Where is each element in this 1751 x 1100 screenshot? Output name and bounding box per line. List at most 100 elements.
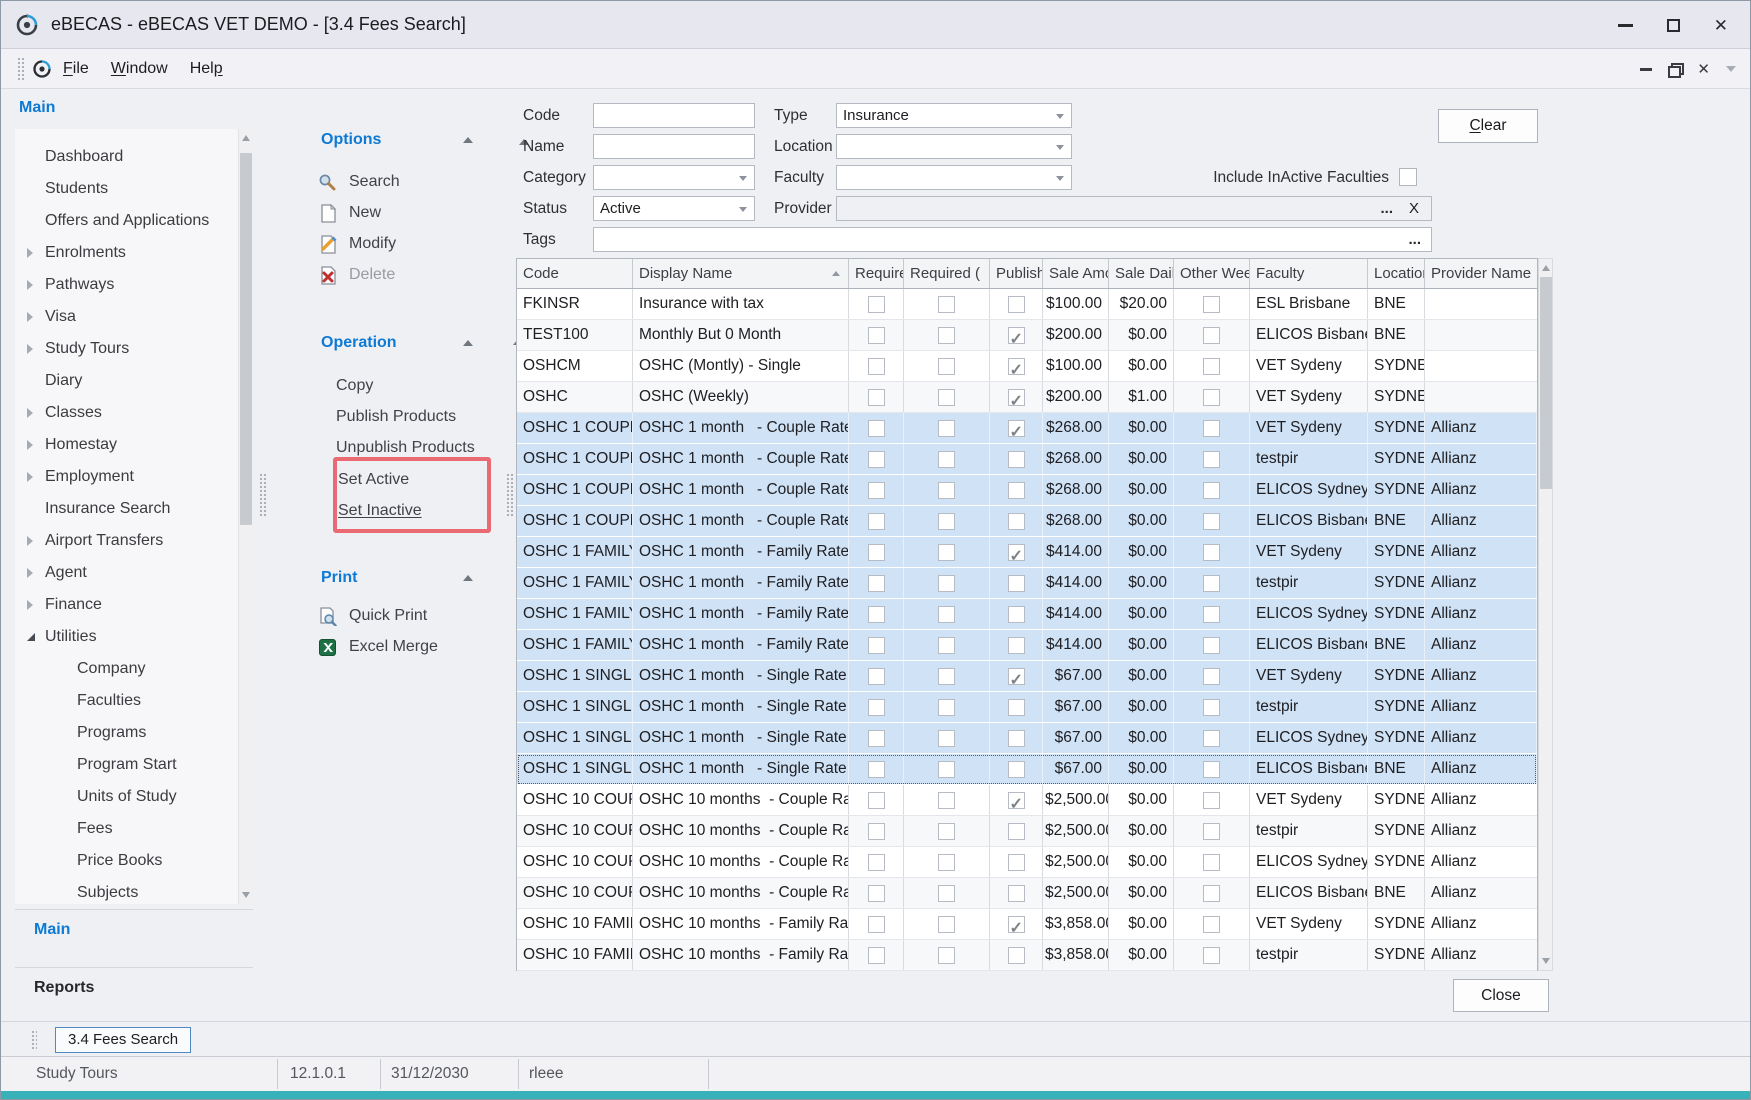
sidebar-item[interactable]: Diary: [15, 365, 253, 397]
required2-checkbox[interactable]: [938, 916, 955, 933]
include-inactive-checkbox[interactable]: [1399, 168, 1417, 186]
table-row[interactable]: OSHC 1 COUPLE OSHC 1 month - Couple Rate…: [517, 444, 1537, 475]
publish-checkbox[interactable]: [1008, 947, 1025, 964]
other-week-checkbox[interactable]: [1203, 482, 1220, 499]
close-button-icon[interactable]: ✕: [1714, 17, 1728, 34]
required2-checkbox[interactable]: [938, 637, 955, 654]
sidebar-item[interactable]: Study Tours: [15, 333, 253, 365]
sidebar-item[interactable]: Subjects: [15, 877, 253, 904]
options-group-title[interactable]: Options: [321, 131, 381, 149]
publish-checkbox[interactable]: [1008, 420, 1025, 437]
scroll-up-icon[interactable]: [242, 135, 250, 141]
table-row[interactable]: OSHC 1 SINGLE OSHC 1 month - Single Rate…: [517, 754, 1537, 785]
chevron-right-icon[interactable]: [27, 408, 33, 418]
required-checkbox[interactable]: [868, 947, 885, 964]
scroll-down-icon[interactable]: [242, 892, 250, 898]
provider-browse-button[interactable]: ...: [1380, 197, 1393, 220]
publish-checkbox[interactable]: [1008, 730, 1025, 747]
provider-clear-button[interactable]: X: [1409, 197, 1419, 220]
table-row[interactable]: OSHC 1 FAMILY OSHC 1 month - Family Rate…: [517, 599, 1537, 630]
chevron-right-icon[interactable]: [27, 280, 33, 290]
column-header-location[interactable]: Location: [1368, 259, 1425, 288]
required-checkbox[interactable]: [868, 761, 885, 778]
excel-merge-button[interactable]: Excel Merge: [349, 638, 438, 656]
publish-checkbox[interactable]: [1008, 327, 1025, 344]
location-select[interactable]: [836, 134, 1072, 159]
other-week-checkbox[interactable]: [1203, 730, 1220, 747]
sidebar-item[interactable]: Visa: [15, 301, 253, 333]
required-checkbox[interactable]: [868, 699, 885, 716]
collapse-operation-icon[interactable]: [463, 340, 473, 346]
other-week-checkbox[interactable]: [1203, 947, 1220, 964]
required2-checkbox[interactable]: [938, 854, 955, 871]
required-checkbox[interactable]: [868, 916, 885, 933]
required-checkbox[interactable]: [868, 420, 885, 437]
table-row[interactable]: OSHC 1 COUPLE OSHC 1 month - Couple Rate…: [517, 475, 1537, 506]
publish-checkbox[interactable]: [1008, 699, 1025, 716]
copy-button[interactable]: Copy: [336, 377, 373, 395]
publish-checkbox[interactable]: [1008, 885, 1025, 902]
required2-checkbox[interactable]: [938, 947, 955, 964]
print-group-title[interactable]: Print: [321, 569, 357, 587]
chevron-right-icon[interactable]: [27, 248, 33, 258]
chevron-right-icon[interactable]: [27, 600, 33, 610]
publish-checkbox[interactable]: [1008, 792, 1025, 809]
sidebar-item[interactable]: Company: [15, 653, 253, 685]
required2-checkbox[interactable]: [938, 792, 955, 809]
required2-checkbox[interactable]: [938, 823, 955, 840]
required2-checkbox[interactable]: [938, 296, 955, 313]
chevron-right-icon[interactable]: [27, 568, 33, 578]
other-week-checkbox[interactable]: [1203, 420, 1220, 437]
table-row[interactable]: OSHC 1 COUPLE OSHC 1 month - Couple Rate…: [517, 413, 1537, 444]
window-list-dropdown-icon[interactable]: [1726, 66, 1736, 72]
sidebar-item[interactable]: Agent: [15, 557, 253, 589]
publish-checkbox[interactable]: [1008, 451, 1025, 468]
required-checkbox[interactable]: [868, 885, 885, 902]
tab-fees-search[interactable]: 3.4 Fees Search: [55, 1027, 191, 1053]
other-week-checkbox[interactable]: [1203, 637, 1220, 654]
sidebar-item[interactable]: Units of Study: [15, 781, 253, 813]
sidebar-item[interactable]: Employment: [15, 461, 253, 493]
required-checkbox[interactable]: [868, 575, 885, 592]
publish-checkbox[interactable]: [1008, 482, 1025, 499]
status-select[interactable]: Active: [593, 196, 755, 221]
delete-button[interactable]: Delete: [349, 266, 395, 284]
grid-scrollbar-thumb[interactable]: [1540, 277, 1552, 489]
other-week-checkbox[interactable]: [1203, 916, 1220, 933]
column-header-display-name[interactable]: Display Name: [633, 259, 849, 288]
sidebar-item[interactable]: Price Books: [15, 845, 253, 877]
chevron-right-icon[interactable]: [27, 440, 33, 450]
table-row[interactable]: OSHC 1 COUPLE OSHC 1 month - Couple Rate…: [517, 506, 1537, 537]
publish-checkbox[interactable]: [1008, 296, 1025, 313]
table-row[interactable]: OSHC 1 FAMILY OSHC 1 month - Family Rate…: [517, 568, 1537, 599]
other-week-checkbox[interactable]: [1203, 699, 1220, 716]
chevron-right-icon[interactable]: [27, 312, 33, 322]
required-checkbox[interactable]: [868, 544, 885, 561]
chevron-right-icon[interactable]: [27, 536, 33, 546]
required-checkbox[interactable]: [868, 792, 885, 809]
other-week-checkbox[interactable]: [1203, 761, 1220, 778]
required2-checkbox[interactable]: [938, 668, 955, 685]
column-header-publish[interactable]: Publish: [990, 259, 1043, 288]
tabbar-grip[interactable]: [31, 1030, 37, 1050]
required-checkbox[interactable]: [868, 730, 885, 747]
menu-item[interactable]: File: [52, 56, 100, 82]
other-week-checkbox[interactable]: [1203, 792, 1220, 809]
table-row[interactable]: OSHC 10 FAMILY OSHC 10 months - Family R…: [517, 909, 1537, 940]
chevron-right-icon[interactable]: [27, 472, 33, 482]
sidebar-footer-main[interactable]: Main: [15, 909, 253, 949]
required2-checkbox[interactable]: [938, 885, 955, 902]
table-row[interactable]: OSHCM OSHC (Montly) - Single $100.00 $0.…: [517, 351, 1537, 382]
table-row[interactable]: OSHC 10 COUPLE OSHC 10 months - Couple R…: [517, 785, 1537, 816]
column-header-provider-name[interactable]: Provider Name: [1425, 259, 1537, 288]
chevron-down-icon[interactable]: [1056, 114, 1064, 119]
table-row[interactable]: FKINSR Insurance with tax $100.00 $20.00…: [517, 289, 1537, 320]
table-row[interactable]: OSHC 10 COUPLE OSHC 10 months - Couple R…: [517, 816, 1537, 847]
column-header-sale-amount[interactable]: Sale Amo: [1043, 259, 1109, 288]
search-button[interactable]: Search: [349, 173, 400, 191]
provider-input[interactable]: ... X: [836, 196, 1432, 221]
tags-browse-button[interactable]: ...: [1408, 228, 1421, 251]
required-checkbox[interactable]: [868, 637, 885, 654]
other-week-checkbox[interactable]: [1203, 296, 1220, 313]
publish-checkbox[interactable]: [1008, 916, 1025, 933]
